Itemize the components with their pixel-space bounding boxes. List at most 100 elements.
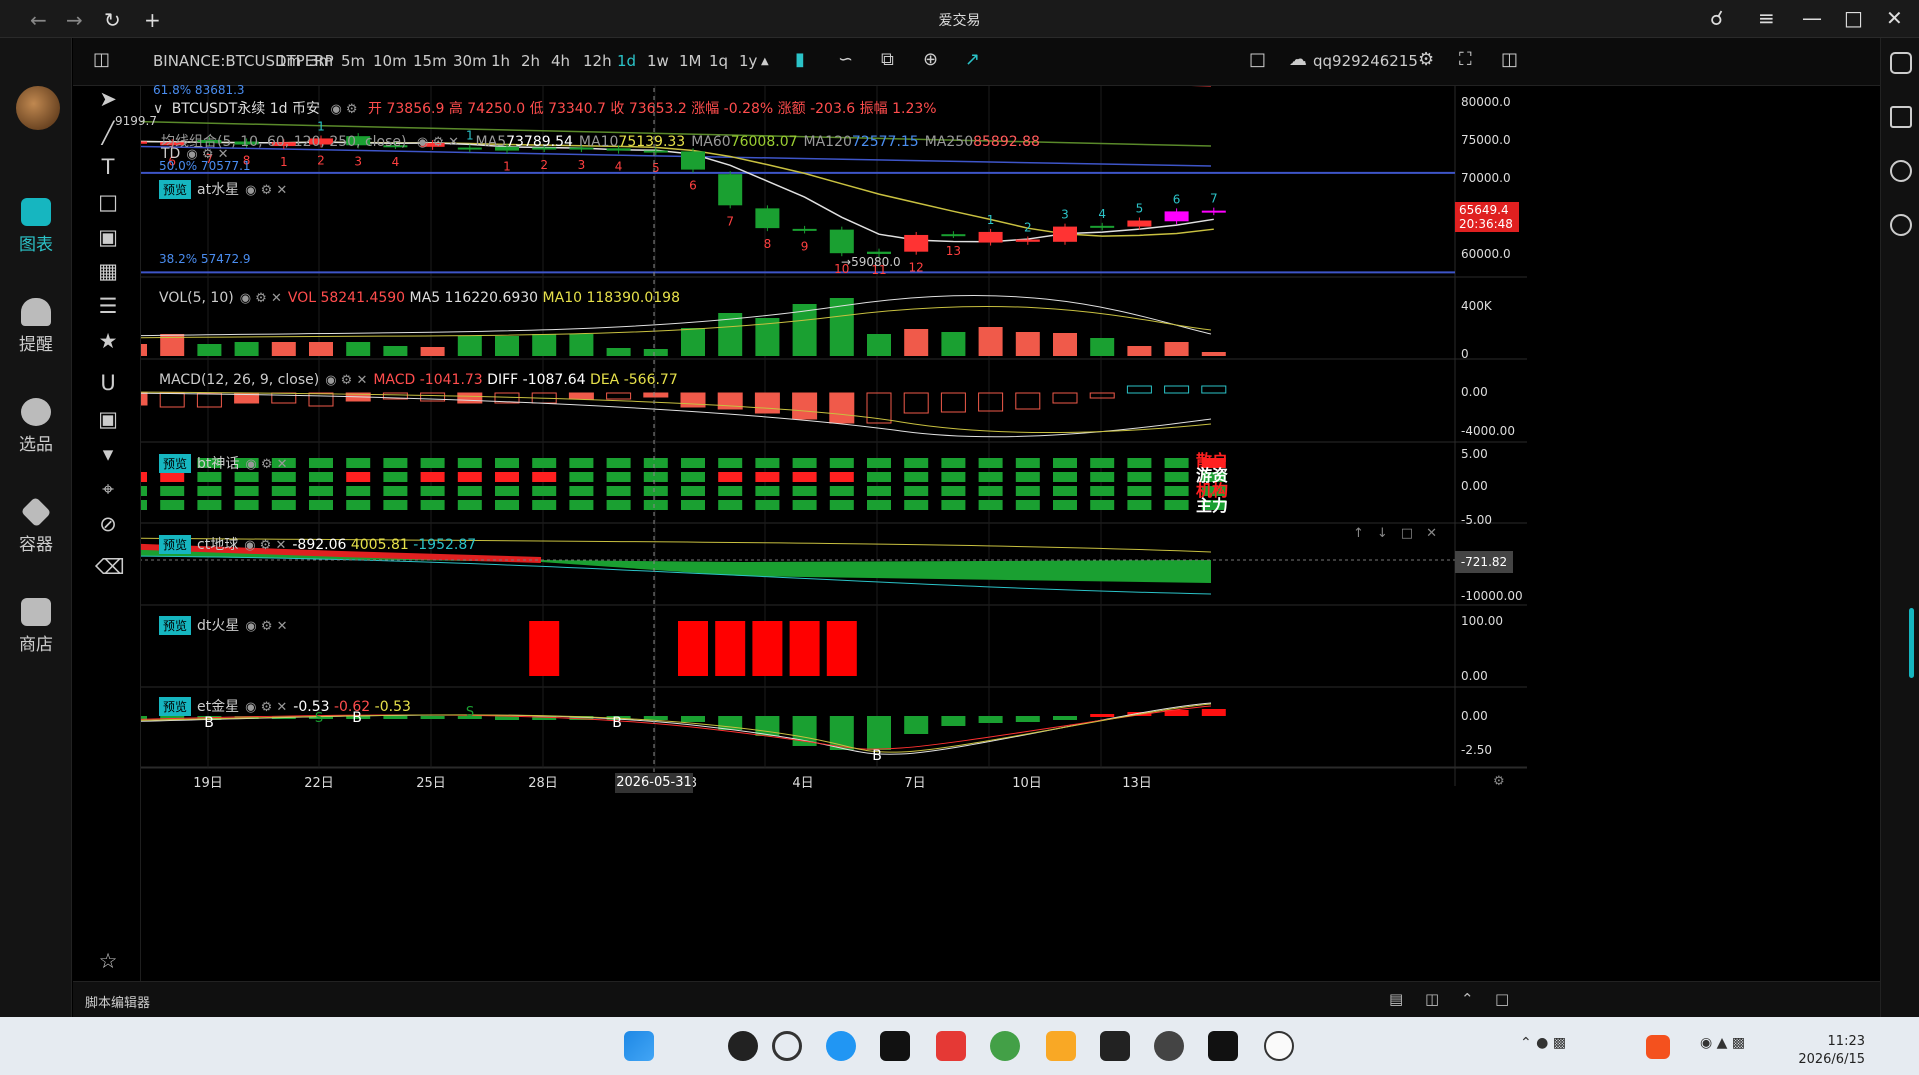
- lock-icon[interactable]: ▣: [95, 406, 121, 432]
- sidebar-item-alerts[interactable]: 提醒: [0, 298, 72, 355]
- tray-icons[interactable]: ⌃ ● ▩: [1520, 1035, 1590, 1059]
- interval-3m[interactable]: 3m: [309, 52, 333, 70]
- interval-1h[interactable]: 1h: [491, 52, 510, 70]
- sidebar-item-chart[interactable]: 图表: [0, 198, 72, 255]
- script-editor-tab[interactable]: 脚本编辑器: [85, 992, 150, 1011]
- grid-icon[interactable]: ▦: [95, 258, 121, 284]
- replay-icon[interactable]: ⊕: [923, 49, 945, 71]
- settings-icon[interactable]: ⚙: [1418, 49, 1440, 71]
- interval-1d[interactable]: 1d: [617, 52, 636, 70]
- app-icon[interactable]: [1046, 1031, 1076, 1061]
- interval-15m[interactable]: 15m: [413, 52, 447, 70]
- favorite-icon[interactable]: ☆: [95, 948, 121, 974]
- eye-icon[interactable]: ◉ ⚙ ✕: [244, 538, 286, 553]
- draw-line-icon[interactable]: ↗: [965, 49, 987, 71]
- volume-bar: [234, 342, 259, 356]
- expand-icon[interactable]: □: [1495, 990, 1509, 1008]
- interval-1q[interactable]: 1q: [709, 52, 728, 70]
- browser-icon[interactable]: [990, 1031, 1020, 1061]
- sidebar-item-store[interactable]: 商店: [0, 598, 72, 655]
- system-clock[interactable]: 11:23 2026/6/15: [1798, 1033, 1865, 1069]
- headset-icon[interactable]: ☌: [1710, 6, 1723, 30]
- eye-icon[interactable]: ◉ ⚙ ✕: [325, 373, 367, 388]
- avatar[interactable]: [16, 86, 60, 130]
- wps-icon[interactable]: [936, 1031, 966, 1061]
- interval-30m[interactable]: 30m: [453, 52, 487, 70]
- windows-start-icon[interactable]: [624, 1031, 654, 1061]
- eye-icon[interactable]: ◉ ⚙ ✕: [186, 147, 228, 162]
- search-icon[interactable]: [772, 1031, 802, 1061]
- text-icon[interactable]: T: [95, 154, 121, 180]
- fib-icon[interactable]: ☰: [95, 293, 121, 319]
- eye-icon[interactable]: ◉ ⚙ ✕: [417, 135, 459, 150]
- sidebar-item-selection[interactable]: 选品: [0, 398, 72, 455]
- pane-controls[interactable]: ↑↓□✕: [1353, 526, 1450, 541]
- calendar-icon[interactable]: ▤: [1389, 990, 1403, 1008]
- tray-app-icon[interactable]: [1646, 1035, 1670, 1059]
- eye-icon[interactable]: ◉ ⚙ ✕: [245, 619, 287, 634]
- play-icon[interactable]: [1890, 106, 1912, 128]
- price-tick: 80000.0: [1461, 95, 1511, 109]
- close-icon[interactable]: ✕: [1886, 6, 1903, 30]
- qq-icon[interactable]: [1264, 1031, 1294, 1061]
- eye-icon[interactable]: ◉ ⚙ ✕: [245, 700, 287, 715]
- scrollbar[interactable]: [1909, 608, 1914, 678]
- measure-icon[interactable]: ▣: [95, 224, 121, 250]
- maximize-icon[interactable]: □: [1844, 6, 1863, 30]
- magnet-icon[interactable]: U: [95, 370, 121, 396]
- eye-icon[interactable]: ◉ ⚙ ✕: [245, 457, 287, 472]
- interval-1w[interactable]: 1w: [647, 52, 669, 70]
- interval-2h[interactable]: 2h: [521, 52, 540, 70]
- app-icon[interactable]: [826, 1031, 856, 1061]
- macd-tick: -4000.00: [1461, 424, 1515, 438]
- axis-settings-icon[interactable]: ⚙: [1493, 774, 1505, 789]
- bt-block: [792, 472, 817, 482]
- ma-value: 76008.07: [730, 134, 798, 150]
- indicator-icon[interactable]: ∽: [838, 49, 860, 71]
- popout-icon[interactable]: ◫: [1425, 990, 1439, 1008]
- interval-4h[interactable]: 4h: [551, 52, 570, 70]
- clock-icon[interactable]: [1890, 214, 1912, 236]
- eye-icon[interactable]: ◉ ⚙: [330, 102, 357, 117]
- interval-5m[interactable]: 5m: [341, 52, 365, 70]
- cloud-icon[interactable]: ☁: [1289, 49, 1311, 71]
- compare-icon[interactable]: ⧉: [881, 49, 903, 71]
- layout-icon[interactable]: □: [1249, 49, 1271, 71]
- network-volume-icons[interactable]: ◉ ▲ ▩: [1700, 1035, 1770, 1059]
- app-icon[interactable]: [1154, 1031, 1184, 1061]
- interval-12h[interactable]: 12h: [583, 52, 612, 70]
- chart-area[interactable]: 567812341234567891011121311123456780000.…: [115, 83, 1879, 981]
- minimize-icon[interactable]: —: [1802, 6, 1822, 30]
- layout-icon[interactable]: [1890, 52, 1912, 74]
- star-icon[interactable]: ★: [95, 328, 121, 354]
- candle-type-icon[interactable]: ▮: [795, 49, 817, 71]
- interval-10m[interactable]: 10m: [373, 52, 407, 70]
- interval-1M[interactable]: 1M: [679, 52, 702, 70]
- chevron-up-icon[interactable]: ⌃: [1461, 990, 1474, 1008]
- interval-1m[interactable]: 1m: [277, 52, 301, 70]
- app-icon[interactable]: [728, 1031, 758, 1061]
- interval-1y[interactable]: 1y: [739, 52, 757, 70]
- menu-icon[interactable]: ≡: [1758, 6, 1775, 30]
- sidebar-item-container[interactable]: 容器: [0, 496, 72, 555]
- fullscreen-icon[interactable]: ⛶: [1459, 49, 1481, 71]
- bt-block: [829, 486, 854, 496]
- cursor-icon[interactable]: ➤: [95, 86, 121, 112]
- eye-icon[interactable]: ◉ ⚙ ✕: [245, 183, 287, 198]
- target-icon[interactable]: ⌖: [95, 476, 121, 502]
- symbol-selector[interactable]: BINANCE:BTCUSDTPERP: [153, 52, 334, 70]
- eraser-icon[interactable]: ⌫: [95, 554, 125, 580]
- info-icon[interactable]: [1890, 160, 1912, 182]
- tiktok-icon[interactable]: [1208, 1031, 1238, 1061]
- user-account[interactable]: qq929246215: [1313, 52, 1418, 70]
- hide-icon[interactable]: ⊘: [95, 511, 121, 537]
- bt-block: [1090, 472, 1115, 482]
- tiktok-icon[interactable]: [880, 1031, 910, 1061]
- filter-icon[interactable]: ▾: [95, 441, 121, 467]
- sidebar-toggle-icon[interactable]: ◫: [93, 49, 115, 71]
- panel-icon[interactable]: ◫: [1501, 49, 1523, 71]
- interval-more-icon[interactable]: ▲: [761, 56, 769, 67]
- rectangle-icon[interactable]: □: [95, 189, 121, 215]
- eye-icon[interactable]: ◉ ⚙ ✕: [240, 291, 282, 306]
- app-icon[interactable]: [1100, 1031, 1130, 1061]
